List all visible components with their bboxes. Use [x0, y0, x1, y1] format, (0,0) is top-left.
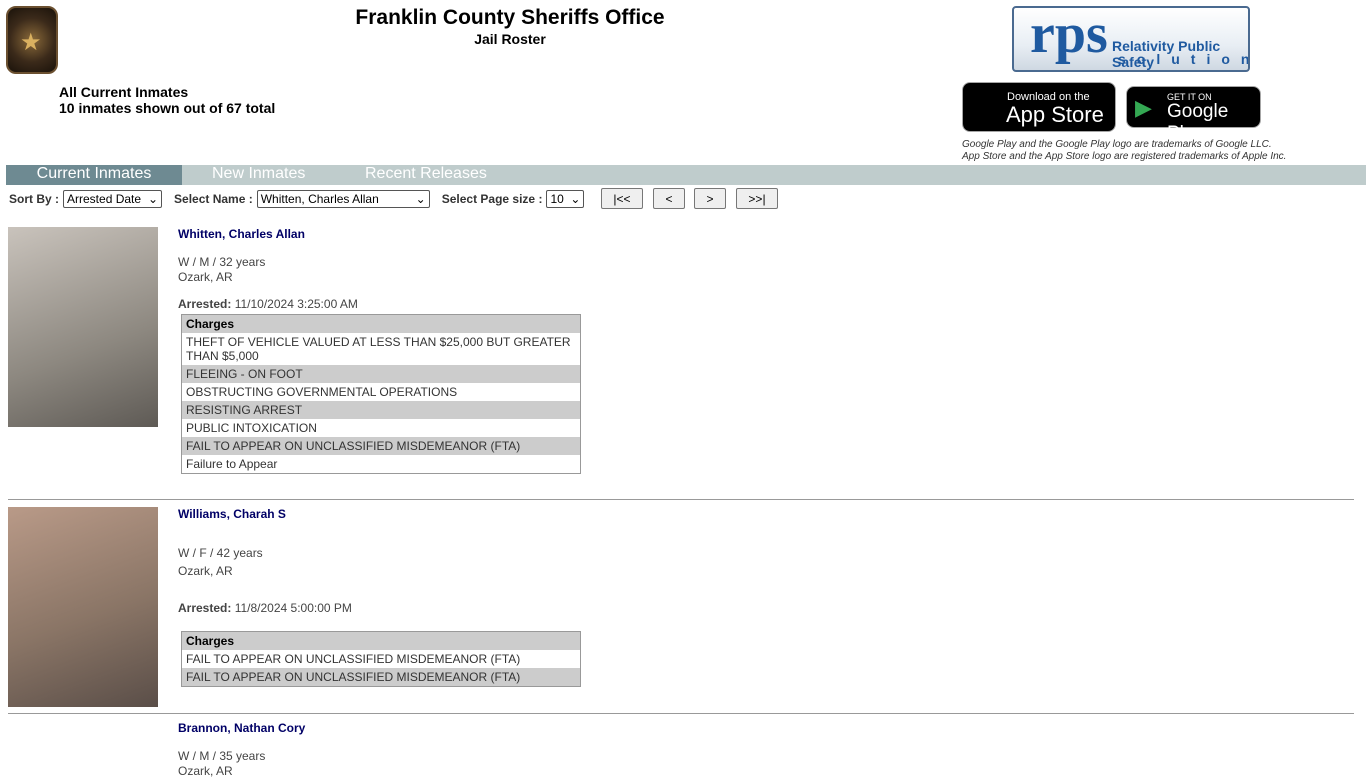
rps-mark: rps [1030, 6, 1108, 65]
page-subtitle: Jail Roster [474, 31, 546, 47]
chevron-down-icon: ⌄ [570, 192, 581, 206]
name-value: Whitten, Charles Allan [260, 192, 379, 206]
arrested-label: Arrested: [178, 297, 232, 311]
rps-line2: solutions [1118, 51, 1248, 67]
charge-row: PUBLIC INTOXICATION [186, 421, 317, 435]
apple-large-text: App Store [1006, 102, 1104, 127]
sort-value: Arrested Date [67, 192, 142, 206]
charge-row: FAIL TO APPEAR ON UNCLASSIFIED MISDEMEAN… [182, 668, 580, 686]
first-page-button[interactable]: |<< [601, 188, 643, 209]
google-play-icon: ▶ [1135, 95, 1152, 120]
summary-count: 10 inmates shown out of 67 total [59, 100, 276, 116]
legal-apple: App Store and the App Store logo are reg… [962, 151, 1287, 162]
prev-page-button[interactable]: < [653, 188, 685, 209]
select-name-dropdown[interactable]: Whitten, Charles Allan ⌄ [256, 190, 430, 208]
inmate-name[interactable]: Brannon, Nathan Cory [178, 721, 305, 735]
inmate-name[interactable]: Williams, Charah S [178, 507, 286, 521]
charge-row: FLEEING - ON FOOT [182, 365, 580, 383]
charges-header: Charges [182, 315, 580, 333]
sort-label: Sort By : [9, 192, 60, 206]
page-size-value: 10 [550, 192, 564, 206]
tab-bar: Current Inmates New Inmates Recent Relea… [6, 165, 1366, 185]
divider [8, 713, 1354, 714]
inmate-city: Ozark, AR [178, 764, 233, 778]
chevron-down-icon: ⌄ [147, 192, 159, 206]
chevron-down-icon: ⌄ [415, 192, 426, 206]
inmate-photo[interactable] [8, 227, 158, 427]
trademark-notice: Google Play and the Google Play logo are… [962, 139, 1286, 163]
app-store-badge[interactable]: Download on the App Store [962, 82, 1116, 132]
summary-title: All Current Inmates [59, 84, 189, 100]
inmate-demographics: W / M / 32 years [178, 255, 266, 269]
inmate-photo[interactable] [8, 507, 158, 707]
charge-row: THEFT OF VEHICLE VALUED AT LESS THAN $25… [186, 335, 571, 363]
charge-row: Failure to Appear [186, 457, 278, 471]
filter-controls: Sort By : Arrested Date ⌄ Select Name : W… [9, 189, 585, 209]
inmate-city: Ozark, AR [178, 270, 233, 284]
tab-current-inmates[interactable]: Current Inmates [6, 165, 182, 185]
page-size-label: Select Page size : [441, 192, 543, 206]
inmate-city: Ozark, AR [178, 564, 233, 578]
charges-header: Charges [182, 632, 580, 650]
charges-table: Charges FAIL TO APPEAR ON UNCLASSIFIED M… [181, 631, 581, 687]
inmate-name[interactable]: Whitten, Charles Allan [178, 227, 305, 241]
rps-logo[interactable]: rps Relativity Public Safety solutions [1012, 6, 1250, 72]
charge-row: FAIL TO APPEAR ON UNCLASSIFIED MISDEMEAN… [182, 437, 580, 455]
charge-row: FAIL TO APPEAR ON UNCLASSIFIED MISDEMEAN… [186, 652, 521, 666]
charges-table: Charges THEFT OF VEHICLE VALUED AT LESS … [181, 314, 581, 474]
arrested-date: 11/10/2024 3:25:00 AM [234, 297, 358, 311]
inmate-details: W / M / 32 years Ozark, AR [178, 255, 265, 285]
divider [8, 499, 1354, 500]
next-page-button[interactable]: > [694, 188, 726, 209]
arrested-date: 11/8/2024 5:00:00 PM [234, 601, 352, 615]
tab-new-inmates[interactable]: New Inmates [212, 165, 305, 185]
roster-summary: All Current Inmates 10 inmates shown out… [59, 84, 275, 116]
charge-row: RESISTING ARREST [182, 401, 580, 419]
charge-row: OBSTRUCTING GOVERNMENTAL OPERATIONS [186, 385, 458, 399]
arrest-info: Arrested: 11/8/2024 5:00:00 PM [178, 601, 352, 616]
google-play-badge[interactable]: ▶ GET IT ON Google Play [1126, 86, 1261, 144]
inmate-demographics: W / M / 35 years [178, 749, 266, 763]
name-label: Select Name : [174, 192, 253, 206]
inmate-demographics: W / F / 42 years [178, 546, 263, 560]
arrest-info: Arrested: 11/10/2024 3:25:00 AM [178, 297, 358, 312]
tab-recent-releases[interactable]: Recent Releases [365, 165, 487, 185]
last-page-button[interactable]: >>| [736, 188, 778, 209]
legal-google: Google Play and the Google Play logo are… [962, 139, 1272, 150]
page-size-select[interactable]: 10 ⌄ [546, 190, 585, 208]
sort-by-select[interactable]: Arrested Date ⌄ [63, 190, 163, 208]
arrested-label: Arrested: [178, 601, 232, 615]
page-title: Franklin County Sheriffs Office [355, 6, 665, 29]
